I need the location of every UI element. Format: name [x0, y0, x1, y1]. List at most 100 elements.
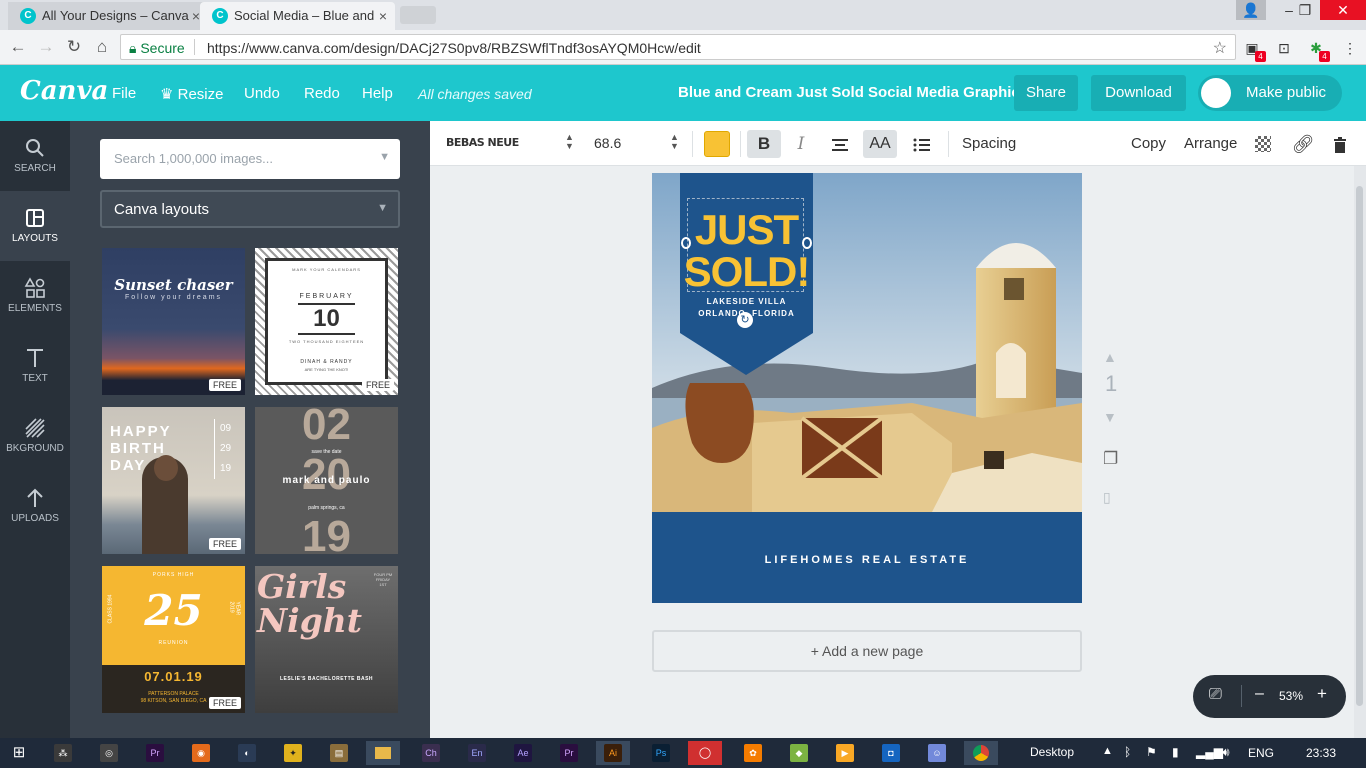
undo-button[interactable]: Undo	[244, 85, 280, 102]
volume-icon[interactable]: 🔊︎	[1222, 745, 1230, 760]
resize-handle-right[interactable]	[802, 237, 812, 249]
encoder-icon[interactable]: En	[468, 744, 486, 762]
italic-button[interactable]: I	[784, 130, 818, 158]
document-title[interactable]: Blue and Cream Just Sold Social Media Gr…	[678, 84, 1020, 101]
sidebar-item-layouts[interactable]: LAYOUTS	[0, 191, 70, 261]
sidebar-item-uploads[interactable]: UPLOADS	[0, 471, 70, 541]
make-public-toggle[interactable]: Make public	[1198, 75, 1342, 111]
font-family-select[interactable]: BEBAS NEUE	[446, 136, 519, 149]
app-icon[interactable]: ◆	[790, 744, 808, 762]
bold-button[interactable]: B	[747, 130, 781, 158]
font-size-arrows-icon[interactable]: ▲ ▼	[670, 133, 679, 151]
layout-thumbnail-save-the-date[interactable]: 02 save the date 20 mark and paulo palm …	[255, 407, 398, 554]
zoom-out-button[interactable]: –	[1255, 685, 1264, 703]
close-window-button[interactable]: ✕	[1320, 0, 1366, 20]
scrollbar-thumb[interactable]	[1356, 186, 1363, 706]
back-icon[interactable]: ←	[8, 37, 28, 57]
forward-icon[interactable]: →	[36, 37, 56, 57]
app-icon[interactable]: ◎	[100, 744, 118, 762]
heading-line-2[interactable]: SOLD!	[680, 251, 813, 293]
design-page[interactable]: JUST SOLD! LAKESIDE VILLA ORLANDO, FLORI…	[652, 173, 1082, 603]
network-icon[interactable]: ▂▄▆	[1196, 745, 1223, 759]
list-button[interactable]	[905, 130, 939, 158]
clock[interactable]: 23:33	[1306, 746, 1336, 760]
taskbar-app-active[interactable]: Ai	[596, 741, 630, 765]
app-icon[interactable]: ✿	[744, 744, 762, 762]
layout-thumbnail-reunion[interactable]: PORKS HIGH 25 CLASS 1994 YEAR 2019 REUNI…	[102, 566, 245, 713]
transparency-icon[interactable]	[1255, 136, 1271, 152]
share-button[interactable]: Share	[1014, 75, 1078, 111]
move-page-up-icon[interactable]: ▲	[1103, 349, 1117, 365]
link-icon[interactable]: 🔗︎	[1286, 130, 1320, 158]
arrange-button[interactable]: Arrange	[1184, 135, 1237, 152]
extension-icon[interactable]: ⊡	[1275, 39, 1293, 57]
text-color-swatch[interactable]	[704, 131, 730, 157]
url-text[interactable]: https://www.canva.com/design/DACj27S0pv8…	[207, 40, 701, 56]
premiere-icon[interactable]: Pr	[560, 744, 578, 762]
redo-button[interactable]: Redo	[304, 85, 340, 102]
home-icon[interactable]: ⌂	[92, 37, 112, 57]
flag-icon[interactable]: ⚑	[1146, 745, 1157, 759]
resize-handle-left[interactable]	[681, 237, 691, 249]
duplicate-page-icon[interactable]: ❐	[1103, 449, 1118, 469]
scrollbar-track[interactable]	[1354, 166, 1366, 738]
layout-thumbnail-girls-night[interactable]: Girls Night FOUR PM FRIDAY 1ST LESLIE'S …	[255, 566, 398, 713]
secure-indicator[interactable]: 🔒︎ Secure	[129, 40, 185, 57]
rotate-handle-icon[interactable]: ↻	[737, 312, 753, 328]
zoom-in-button[interactable]: +	[1317, 684, 1327, 704]
sidebar-item-text[interactable]: TEXT	[0, 331, 70, 401]
desktop-toolbar[interactable]: Desktop	[1030, 745, 1074, 759]
reload-icon[interactable]: ↻	[64, 37, 84, 57]
help-menu[interactable]: Help	[362, 85, 393, 102]
present-icon[interactable]: ⎚	[1209, 686, 1222, 704]
delete-button[interactable]	[1323, 130, 1357, 158]
move-page-down-icon[interactable]: ▼	[1103, 409, 1117, 425]
chrome-icon[interactable]	[964, 741, 998, 765]
close-tab-icon[interactable]: ×	[379, 2, 387, 30]
file-explorer-icon[interactable]	[366, 741, 400, 765]
close-tab-icon[interactable]: ×	[192, 2, 200, 30]
address-bar[interactable]: 🔒︎ Secure https://www.canva.com/design/D…	[120, 34, 1236, 60]
heading-line-1[interactable]: JUST	[680, 209, 813, 251]
image-search-input[interactable]: Search 1,000,000 images... ▼	[100, 139, 400, 179]
layout-thumbnail-sunset[interactable]: Sunset chaser Follow your dreams FREE	[102, 248, 245, 395]
sidebar-item-elements[interactable]: ELEMENTS	[0, 261, 70, 331]
font-select-arrows-icon[interactable]: ▲ ▼	[565, 133, 574, 151]
chevron-down-icon[interactable]: ▼	[379, 151, 390, 163]
spacing-button[interactable]: Spacing	[962, 135, 1016, 152]
app-icon[interactable]: ◘	[882, 744, 900, 762]
delete-page-icon[interactable]: ▯	[1103, 489, 1111, 506]
blackberry-icon[interactable]: ⁂	[54, 744, 72, 762]
canva-logo[interactable]: Canva	[20, 76, 108, 106]
download-button[interactable]: Download	[1091, 75, 1186, 111]
battery-icon[interactable]: ▮	[1172, 745, 1179, 759]
zoom-level[interactable]: 53%	[1279, 689, 1303, 703]
maximize-button[interactable]: ❐	[1290, 0, 1320, 20]
after-effects-icon[interactable]: Ae	[514, 744, 532, 762]
align-center-button[interactable]	[823, 130, 857, 158]
layout-thumbnail-birthday[interactable]: HAPPY BIRTH DAY 09 29 19 FREE	[102, 407, 245, 554]
company-name[interactable]: LIFEHOMES REAL ESTATE	[652, 554, 1082, 566]
user-profile-icon[interactable]: 👤	[1236, 0, 1266, 20]
language-indicator[interactable]: ENG	[1248, 746, 1274, 760]
character-animator-icon[interactable]: Ch	[422, 744, 440, 762]
browser-tab[interactable]: C All Your Designs – Canva ×	[8, 2, 208, 30]
more-menu-icon[interactable]: ⋮	[1341, 39, 1359, 57]
file-menu[interactable]: File	[112, 85, 136, 102]
sidebar-item-search[interactable]: SEARCH	[0, 121, 70, 191]
bluetooth-icon[interactable]: ᛒ	[1124, 745, 1131, 759]
app-icon[interactable]: ◐	[238, 744, 256, 762]
new-tab-button[interactable]	[400, 6, 436, 24]
uppercase-button[interactable]: AA	[863, 130, 897, 158]
opera-icon[interactable]: ◯	[688, 741, 722, 765]
layout-source-select[interactable]: Canva layouts ▼	[100, 190, 400, 228]
sidebar-item-background[interactable]: BKGROUND	[0, 401, 70, 471]
discord-icon[interactable]: ☺	[928, 744, 946, 762]
resize-button[interactable]: ♛ Resize	[160, 85, 223, 103]
app-icon[interactable]: ✦	[284, 744, 302, 762]
photoshop-icon[interactable]: Ps	[652, 744, 670, 762]
premiere-icon[interactable]: Pr	[146, 744, 164, 762]
bookmark-star-icon[interactable]: ☆	[1213, 38, 1227, 58]
layout-thumbnail-calendar[interactable]: MARK YOUR CALENDARS FEBRUARY 10 TWO THOU…	[255, 248, 398, 395]
app-icon[interactable]: ▤	[330, 744, 348, 762]
